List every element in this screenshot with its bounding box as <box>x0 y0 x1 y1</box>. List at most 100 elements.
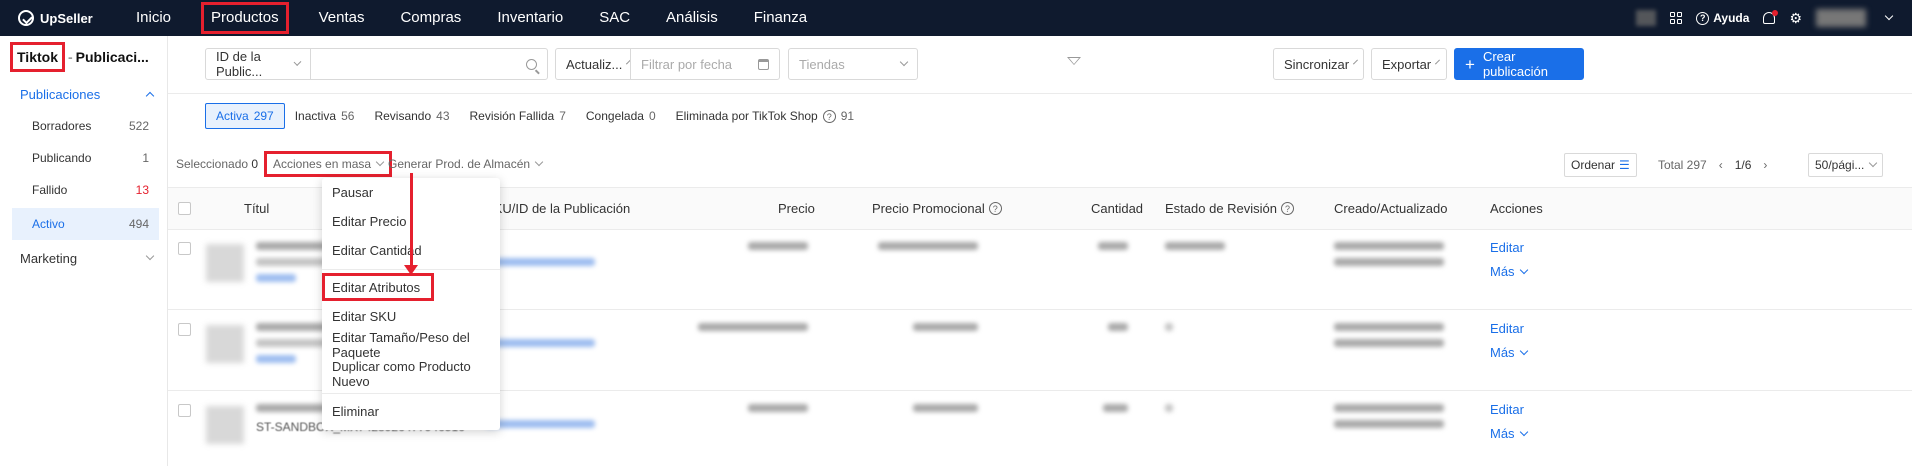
tab-eliminada[interactable]: Eliminada por TikTok Shop ? 91 <box>666 103 864 129</box>
tab-congelada[interactable]: Congelada 0 <box>576 103 666 129</box>
row-checkbox[interactable] <box>178 242 191 255</box>
tab-count: 0 <box>648 109 656 123</box>
bulk-actions-button[interactable]: Acciones en masa <box>264 151 393 177</box>
export-label: Exportar <box>1382 56 1432 72</box>
chevron-down-icon <box>375 157 385 167</box>
blurred-link[interactable] <box>256 355 296 363</box>
nav-inicio[interactable]: Inicio <box>118 0 189 36</box>
chevron-down-icon <box>293 58 302 66</box>
store-select[interactable]: Tiendas <box>788 48 918 80</box>
tab-activa[interactable]: Activa 297 <box>205 103 285 129</box>
menu-item-editar-sku[interactable]: Editar SKU <box>322 302 500 330</box>
more-link[interactable]: Más <box>1490 345 1528 360</box>
more-link[interactable]: Más <box>1490 426 1528 441</box>
sidebar-item-count: 1 <box>142 151 149 165</box>
col-review-label: Estado de Revisión <box>1165 201 1278 216</box>
edit-link[interactable]: Editar <box>1490 402 1524 417</box>
apps-grid-icon[interactable] <box>1670 12 1683 24</box>
product-thumbnail[interactable] <box>206 325 244 363</box>
tab-count: 56 <box>341 109 355 123</box>
blurred-listing-id[interactable] <box>485 339 595 347</box>
select-all-checkbox[interactable] <box>178 202 191 215</box>
filter-icon[interactable] <box>1067 57 1081 65</box>
chevron-down-icon <box>1519 265 1528 274</box>
nav-ventas[interactable]: Ventas <box>301 0 383 36</box>
generate-warehouse-product-button[interactable]: Generar Prod. de Almacén <box>388 157 544 171</box>
sidebar-item-label: Activo <box>32 217 65 231</box>
question-icon[interactable]: ? <box>988 202 1002 215</box>
question-icon[interactable]: ? <box>822 109 836 123</box>
row-checkbox[interactable] <box>178 404 191 417</box>
nav-productos[interactable]: Productos <box>201 2 289 34</box>
chevron-down-icon <box>1869 158 1878 168</box>
search-input[interactable] <box>310 48 548 80</box>
nav-inventario[interactable]: Inventario <box>479 0 581 36</box>
sync-button[interactable]: Sincronizar <box>1273 48 1364 80</box>
product-thumbnail[interactable] <box>206 406 244 444</box>
blurred-link[interactable] <box>256 274 296 282</box>
tab-count: 7 <box>559 109 566 123</box>
menu-item-eliminar[interactable]: Eliminar <box>322 397 500 425</box>
tab-inactiva[interactable]: Inactiva 56 <box>285 103 365 129</box>
sidebar-item-count: 522 <box>128 119 149 133</box>
menu-item-editar-atributos[interactable]: Editar Atributos <box>322 273 434 301</box>
blurred-listing-id[interactable] <box>485 420 595 428</box>
per-page-select[interactable]: 50/pági... <box>1808 153 1884 177</box>
nav-finanza[interactable]: Finanza <box>736 0 825 36</box>
blurred-listing-id[interactable] <box>485 258 595 266</box>
annotation-arrow-line <box>410 173 413 267</box>
sync-label: Sincronizar <box>1284 56 1350 72</box>
blurred-promo-price <box>913 323 978 331</box>
tab-count: 297 <box>253 109 274 123</box>
row-checkbox[interactable] <box>178 323 191 336</box>
col-actions: Acciones <box>1490 201 1543 216</box>
tab-label: Inactiva <box>294 109 337 123</box>
platform-label: Tiktok <box>10 42 65 72</box>
date-filter-input[interactable]: Filtrar por fecha <box>630 48 780 80</box>
menu-item-editar-tamano-peso[interactable]: Editar Tamaño/Peso del Paquete <box>322 330 500 360</box>
create-listing-button[interactable]: + Crear publicación <box>1454 48 1584 80</box>
tab-revisando[interactable]: Revisando 43 <box>364 103 459 129</box>
edit-link[interactable]: Editar <box>1490 240 1524 255</box>
more-label: Más <box>1490 264 1515 279</box>
gear-icon[interactable]: ⚙ <box>1789 10 1802 27</box>
sidebar-group-marketing[interactable]: Marketing <box>0 242 167 274</box>
question-icon[interactable]: ? <box>1281 202 1295 215</box>
prev-page-icon[interactable]: ‹ <box>1719 158 1723 172</box>
tab-revision-fallida[interactable]: Revisión Fallida 7 <box>460 103 576 129</box>
more-link[interactable]: Más <box>1490 264 1528 279</box>
sidebar-item-publicando[interactable]: Publicando 1 <box>0 142 167 174</box>
more-label: Más <box>1490 426 1515 441</box>
blurred-promo-price <box>913 404 978 412</box>
next-page-icon[interactable]: › <box>1763 158 1767 172</box>
sort-button[interactable]: Ordenar ☰ <box>1564 153 1637 177</box>
sidebar-group-publicaciones[interactable]: Publicaciones <box>0 78 167 110</box>
bell-icon[interactable] <box>1763 10 1779 24</box>
search-icon[interactable] <box>526 58 537 70</box>
blurred-promo-price <box>878 242 978 250</box>
help-link[interactable]: ? Ayuda <box>1696 11 1749 25</box>
account-chevron-icon[interactable] <box>1884 11 1894 21</box>
tab-label: Congelada <box>585 109 644 123</box>
nav-sac[interactable]: SAC <box>581 0 648 36</box>
product-thumbnail[interactable] <box>206 244 244 282</box>
sidebar-item-borradores[interactable]: Borradores 522 <box>0 110 167 142</box>
selected-info: Seleccionado 0 <box>176 157 258 171</box>
chevron-down-icon <box>1519 427 1528 436</box>
col-created: Creado/Actualizado <box>1334 201 1448 216</box>
nav-analisis[interactable]: Análisis <box>648 0 736 36</box>
id-type-select[interactable]: ID de la Public... <box>205 48 311 80</box>
export-button[interactable]: Exportar <box>1371 48 1447 80</box>
menu-item-duplicar[interactable]: Duplicar como Producto Nuevo <box>322 359 500 389</box>
nav-compras[interactable]: Compras <box>382 0 479 36</box>
sidebar-item-fallido[interactable]: Fallido 13 <box>0 174 167 206</box>
col-promo-label: Precio Promocional <box>872 201 985 216</box>
upseller-logo[interactable]: UpSeller <box>18 10 118 26</box>
chevron-down-icon <box>899 57 909 67</box>
account-avatar[interactable] <box>1816 9 1866 27</box>
date-type-select[interactable]: Actualiz... <box>555 48 632 80</box>
sidebar-item-activo[interactable]: Activo 494 <box>12 208 159 240</box>
blurred-review-status <box>1165 242 1225 250</box>
logo-icon <box>18 10 34 26</box>
edit-link[interactable]: Editar <box>1490 321 1524 336</box>
